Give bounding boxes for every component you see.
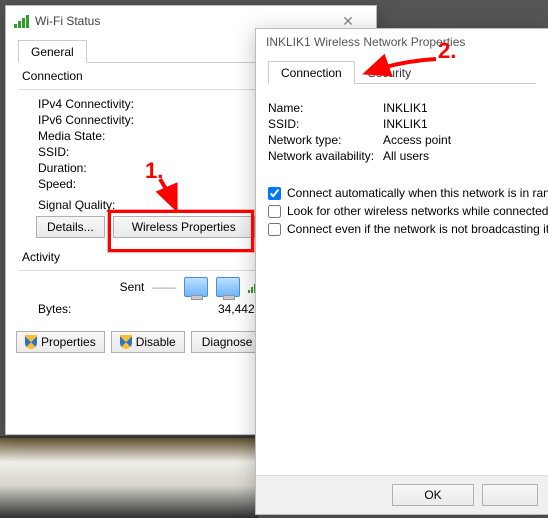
tab-general[interactable]: General [18, 40, 87, 63]
props-footer: OK [256, 475, 548, 514]
diagnose-button[interactable]: Diagnose [191, 331, 264, 353]
network-type-value: Access point [383, 133, 451, 147]
connect-auto-checkbox-row[interactable]: Connect automatically when this network … [268, 186, 536, 200]
connect-auto-checkbox[interactable] [268, 187, 281, 200]
properties-button-label: Properties [41, 335, 96, 349]
wifi-bars-icon [14, 14, 29, 28]
details-button[interactable]: Details... [36, 216, 105, 238]
shield-icon [120, 335, 132, 349]
network-availability-label: Network availability: [268, 149, 383, 163]
tab-connection[interactable]: Connection [268, 61, 355, 84]
name-label: Name: [268, 101, 383, 115]
next-button[interactable] [482, 484, 538, 506]
disable-button[interactable]: Disable [111, 331, 185, 353]
look-for-others-checkbox[interactable] [268, 205, 281, 218]
sent-label: Sent [120, 280, 145, 294]
bytes-label: Bytes: [38, 302, 178, 316]
connect-non-broadcast-label: Connect even if the network is not broad… [287, 222, 548, 236]
properties-button[interactable]: Properties [16, 331, 105, 353]
monitor-icon [184, 277, 208, 297]
close-icon[interactable]: ✕ [328, 13, 368, 30]
look-for-others-label: Look for other wireless networks while c… [287, 204, 548, 218]
speed-label: Speed: [38, 177, 178, 191]
props-ssid-label: SSID: [268, 117, 383, 131]
wifi-window-title: Wi-Fi Status [35, 14, 328, 28]
props-ssid-value: INKLIK1 [383, 117, 428, 131]
connect-auto-label: Connect automatically when this network … [287, 186, 548, 200]
monitor-icon [216, 277, 240, 297]
wireless-properties-button[interactable]: Wireless Properties [113, 216, 255, 238]
disable-button-label: Disable [136, 335, 176, 349]
props-titlebar[interactable]: INKLIK1 Wireless Network Properties [256, 29, 548, 55]
connect-non-broadcast-checkbox-row[interactable]: Connect even if the network is not broad… [268, 222, 536, 236]
ok-button[interactable]: OK [392, 484, 474, 506]
network-availability-value: All users [383, 149, 429, 163]
tab-security[interactable]: Security [355, 61, 424, 84]
ssid-label: SSID: [38, 145, 178, 159]
network-type-label: Network type: [268, 133, 383, 147]
duration-label: Duration: [38, 161, 178, 175]
desktop-background-strip [0, 436, 258, 518]
wireless-properties-window: INKLIK1 Wireless Network Properties Conn… [255, 28, 548, 515]
name-value: INKLIK1 [383, 101, 428, 115]
props-window-title: INKLIK1 Wireless Network Properties [266, 35, 540, 49]
connect-non-broadcast-checkbox[interactable] [268, 223, 281, 236]
ipv6-label: IPv6 Connectivity: [38, 113, 178, 127]
shield-icon [25, 335, 37, 349]
ipv4-label: IPv4 Connectivity: [38, 97, 178, 111]
look-for-others-checkbox-row[interactable]: Look for other wireless networks while c… [268, 204, 536, 218]
props-tabstrip: Connection Security [268, 61, 536, 84]
media-state-label: Media State: [38, 129, 178, 143]
